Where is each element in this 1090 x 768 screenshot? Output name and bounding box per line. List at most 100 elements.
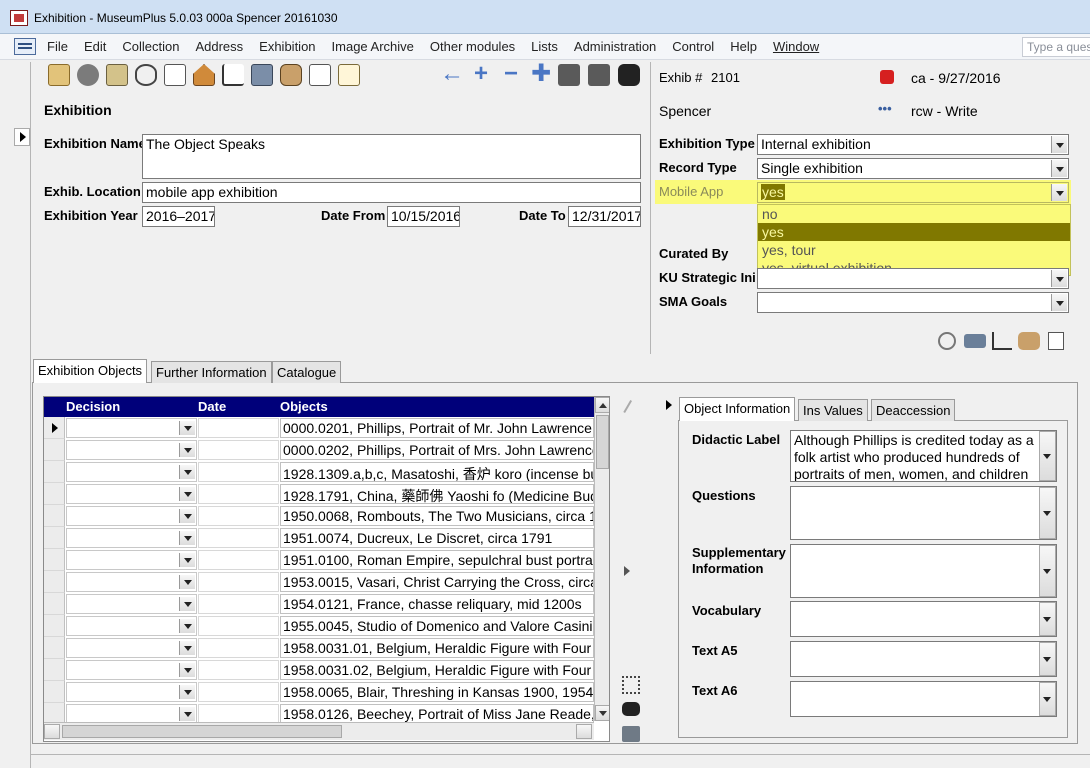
back-arrow-icon[interactable]: ← xyxy=(440,62,464,86)
object-cell[interactable]: 1958.0031.01, Belgium, Heraldic Figure w… xyxy=(280,638,594,658)
row-indicator[interactable] xyxy=(44,461,65,483)
film-icon[interactable] xyxy=(558,64,580,86)
location-field[interactable]: mobile app exhibition xyxy=(142,182,641,203)
date-cell[interactable] xyxy=(198,506,279,526)
decision-select[interactable] xyxy=(66,506,197,526)
quick-search-input[interactable]: Type a ques xyxy=(1022,37,1090,57)
row-indicator[interactable] xyxy=(44,483,65,505)
scroll-thumb[interactable] xyxy=(596,415,609,469)
grid-horizontal-scrollbar[interactable] xyxy=(44,722,594,740)
date-to-field[interactable]: 12/31/2017 xyxy=(568,206,641,227)
chevron-down-icon[interactable] xyxy=(179,575,195,589)
subtab-deaccession[interactable]: Deaccession xyxy=(871,399,956,421)
decision-select[interactable] xyxy=(66,462,197,482)
menu-control[interactable]: Control xyxy=(672,39,714,54)
menu-lists[interactable]: Lists xyxy=(531,39,558,54)
menu-window[interactable]: Window xyxy=(773,39,819,54)
questions-field[interactable] xyxy=(790,486,1057,540)
menu-edit[interactable]: Edit xyxy=(84,39,106,54)
menu-other-modules[interactable]: Other modules xyxy=(430,39,515,54)
chevron-down-icon[interactable] xyxy=(179,597,195,611)
table-row[interactable]: 1951.0074, Ducreux, Le Discret, circa 17… xyxy=(44,527,594,549)
text-a6-field[interactable] xyxy=(790,681,1057,717)
year-field[interactable]: 2016–2017 xyxy=(142,206,215,227)
table-row[interactable]: 1954.0121, France, chasse reliquary, mid… xyxy=(44,593,594,615)
chevron-down-icon[interactable] xyxy=(179,509,195,523)
date-cell[interactable] xyxy=(198,682,279,702)
table-row[interactable]: 1928.1791, China, 藥師佛 Yaoshi fo (Medicin… xyxy=(44,483,594,505)
row-indicator[interactable] xyxy=(44,571,65,593)
person-icon[interactable] xyxy=(77,64,99,86)
record-type-select[interactable]: Single exhibition xyxy=(757,158,1069,179)
group-icon[interactable] xyxy=(280,64,302,86)
date-cell[interactable] xyxy=(198,572,279,592)
row-indicator[interactable] xyxy=(44,681,65,703)
chevron-down-icon[interactable] xyxy=(1039,487,1056,539)
chevron-down-icon[interactable] xyxy=(179,619,195,633)
object-cell[interactable]: 1958.0031.02, Belgium, Heraldic Figure w… xyxy=(280,660,594,680)
decision-select[interactable] xyxy=(66,528,197,548)
date-from-field[interactable]: 10/15/2016 xyxy=(387,206,460,227)
binoculars-icon[interactable] xyxy=(618,64,640,86)
grid-vertical-scrollbar[interactable] xyxy=(594,397,609,721)
grid-layout-icon[interactable] xyxy=(622,676,640,694)
date-cell[interactable] xyxy=(198,616,279,636)
alarm-clock-icon[interactable] xyxy=(938,332,956,350)
scroll-right-icon[interactable] xyxy=(576,724,592,739)
object-cell[interactable]: 0000.0201, Phillips, Portrait of Mr. Joh… xyxy=(280,418,594,438)
supplementary-field[interactable] xyxy=(790,544,1057,598)
tab-further-information[interactable]: Further Information xyxy=(151,361,272,383)
chevron-down-icon[interactable] xyxy=(1051,160,1067,177)
row-indicator[interactable] xyxy=(44,417,65,439)
table-row[interactable]: 0000.0201, Phillips, Portrait of Mr. Joh… xyxy=(44,417,594,439)
vocabulary-field[interactable] xyxy=(790,601,1057,637)
scroll-left-icon[interactable] xyxy=(44,724,60,739)
chevron-down-icon[interactable] xyxy=(179,487,195,501)
option-yes-tour[interactable]: yes, tour xyxy=(758,241,1070,259)
eye-icon[interactable] xyxy=(135,64,157,86)
didactic-label-field[interactable]: Although Phillips is credited today as a… xyxy=(790,430,1057,482)
chevron-down-icon[interactable] xyxy=(179,663,195,677)
date-cell[interactable] xyxy=(198,660,279,680)
object-cell[interactable]: 1958.0126, Beechey, Portrait of Miss Jan… xyxy=(280,704,594,724)
decision-select[interactable] xyxy=(66,572,197,592)
ellipsis-button[interactable]: ••• xyxy=(878,101,892,116)
chevron-down-icon[interactable] xyxy=(179,465,195,479)
column-decision[interactable]: Decision xyxy=(66,399,120,414)
menu-address[interactable]: Address xyxy=(195,39,243,54)
row-indicator[interactable] xyxy=(44,527,65,549)
menu-collection[interactable]: Collection xyxy=(122,39,179,54)
object-cell[interactable]: 1950.0068, Rombouts, The Two Musicians, … xyxy=(280,506,594,526)
date-cell[interactable] xyxy=(198,440,279,460)
chevron-down-icon[interactable] xyxy=(1039,545,1056,597)
camera-icon[interactable] xyxy=(251,64,273,86)
decision-select[interactable] xyxy=(66,594,197,614)
table-row[interactable]: 1958.0065, Blair, Threshing in Kansas 19… xyxy=(44,681,594,703)
option-yes[interactable]: yes xyxy=(758,223,1070,241)
chevron-down-icon[interactable] xyxy=(179,641,195,655)
books-icon[interactable] xyxy=(106,64,128,86)
exhibition-type-select[interactable]: Internal exhibition xyxy=(757,134,1069,155)
chevron-down-icon[interactable] xyxy=(179,443,195,457)
decision-select[interactable] xyxy=(66,550,197,570)
document-icon[interactable] xyxy=(1048,332,1064,350)
object-cell[interactable]: 1928.1309.a,b,c, Masatoshi, 香炉 koro (inc… xyxy=(280,462,594,482)
print-icon[interactable] xyxy=(588,64,610,86)
mobile-app-select[interactable]: yes xyxy=(757,182,1069,203)
row-indicator[interactable] xyxy=(44,659,65,681)
date-cell[interactable] xyxy=(198,550,279,570)
date-cell[interactable] xyxy=(198,638,279,658)
print-icon[interactable] xyxy=(622,726,640,742)
scroll-down-icon[interactable] xyxy=(595,705,609,721)
row-indicator[interactable] xyxy=(44,615,65,637)
decision-select[interactable] xyxy=(66,440,197,460)
row-indicator[interactable] xyxy=(44,505,65,527)
table-row[interactable]: 1951.0100, Roman Empire, sepulchral bust… xyxy=(44,549,594,571)
object-cell[interactable]: 1955.0045, Studio of Domenico and Valore… xyxy=(280,616,594,636)
object-cell[interactable]: 1928.1791, China, 藥師佛 Yaoshi fo (Medicin… xyxy=(280,484,594,504)
decision-select[interactable] xyxy=(66,682,197,702)
row-indicator[interactable] xyxy=(44,439,65,461)
date-cell[interactable] xyxy=(198,594,279,614)
tab-exhibition-objects[interactable]: Exhibition Objects xyxy=(33,359,148,383)
date-cell[interactable] xyxy=(198,528,279,548)
